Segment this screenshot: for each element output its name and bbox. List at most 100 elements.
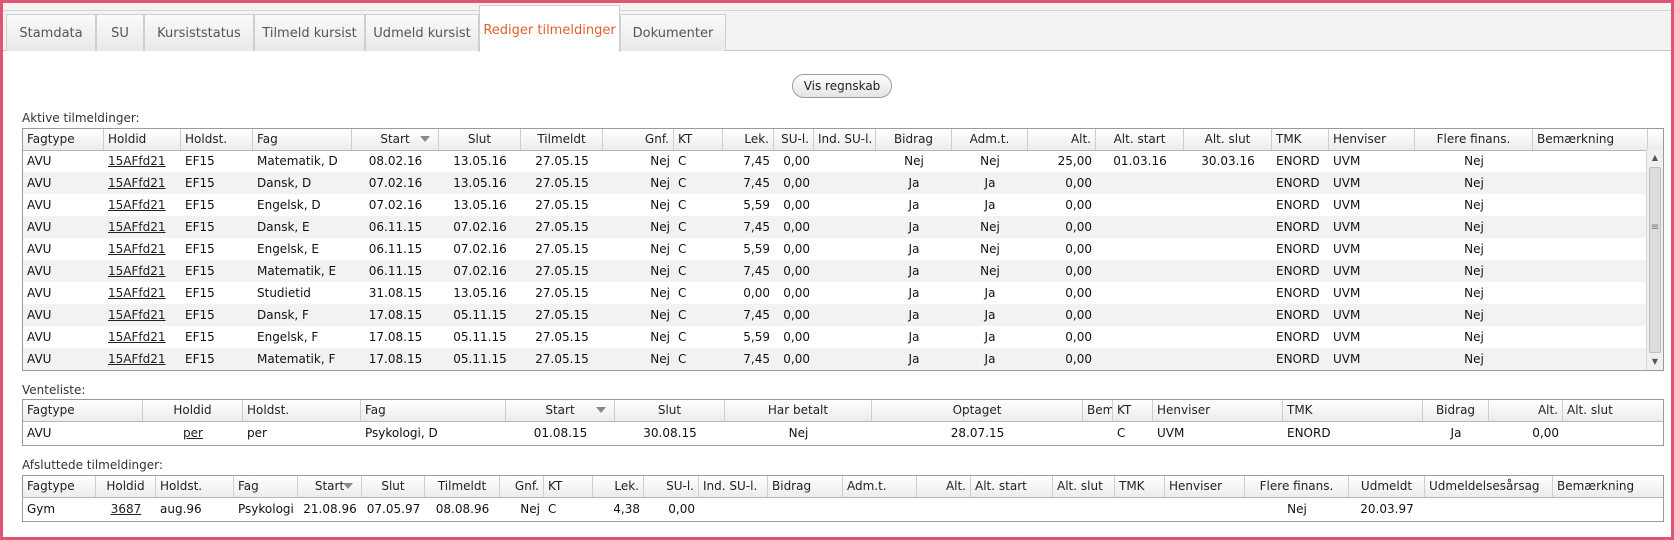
cell-start: 17.08.15 [368,330,423,344]
holdid-link[interactable]: 15AFfd21 [104,172,181,194]
scrollbar-thumb[interactable]: ≡ [1649,167,1661,353]
table-row[interactable]: AVU 15AFfd21 EF15 Dansk, F 17.08.15 05.11.15 2… [23,304,1663,326]
column-header-bemærkning[interactable]: Bemærkning [1533,129,1648,150]
table-row[interactable]: AVU 15AFfd21 EF15 Engelsk, D 07.02.16 13.05.1… [23,194,1663,216]
column-header-holdst[interactable]: Holdst. [243,400,361,421]
column-header-start[interactable]: Start [298,476,362,497]
column-header-bidrag[interactable]: Bidrag [876,129,952,150]
table-row[interactable]: AVU 15AFfd21 EF15 Matematik, E 06.11.15 07.02… [23,260,1663,282]
cell-tmk: ENORD [1276,154,1320,168]
column-header-lek[interactable]: Lek. [593,476,644,497]
vertical-scrollbar[interactable]: ▲ ≡ ▼ [1646,150,1663,370]
column-header-har-betalt[interactable]: Har betalt [725,400,872,421]
tab-udmeld-kursist[interactable]: Udmeld kursist [365,14,479,51]
holdid-link[interactable]: 15AFfd21 [104,348,181,370]
vis-regnskab-button[interactable]: Vis regnskab [792,74,892,98]
column-header-alt-start[interactable]: Alt. start [1096,129,1184,150]
column-header-slut[interactable]: Slut [439,129,521,150]
column-header-alt-slut[interactable]: Alt. slut [1053,476,1115,497]
column-header-optaget[interactable]: Optaget [872,400,1083,421]
holdid-link[interactable]: 15AFfd21 [104,282,181,304]
table-row[interactable]: AVU 15AFfd21 EF15 Matematik, D 08.02.16 13.05… [23,150,1663,172]
column-header-henviser[interactable]: Henviser [1153,400,1283,421]
tab-dokumenter[interactable]: Dokumenter [620,14,726,51]
table-row[interactable]: AVU 15AFfd21 EF15 Dansk, D 07.02.16 13.05.16 2… [23,172,1663,194]
column-header-holdst[interactable]: Holdst. [156,476,234,497]
column-header-holdst[interactable]: Holdst. [181,129,253,150]
column-header-bidrag[interactable]: Bidrag [1423,400,1489,421]
column-header-kt[interactable]: KT [674,129,723,150]
column-header-holdid[interactable]: Holdid [96,476,156,497]
table-row[interactable]: AVU 15AFfd21 EF15 Engelsk, E 06.11.15 07.02.1… [23,238,1663,260]
column-header-ind-su-l[interactable]: Ind. SU-l. [699,476,768,497]
column-header-alt-slut[interactable]: Alt. slut [1184,129,1272,150]
column-header-tilmeldt[interactable]: Tilmeldt [521,129,603,150]
holdid-link[interactable]: 15AFfd21 [104,216,181,238]
scroll-up-icon[interactable]: ▲ [1647,150,1663,166]
column-header-start[interactable]: Start [506,400,615,421]
column-header-henviser[interactable]: Henviser [1165,476,1245,497]
scroll-down-icon[interactable]: ▼ [1647,354,1663,370]
table-row[interactable]: AVU 15AFfd21 EF15 Dansk, E 06.11.15 07.02.16 2… [23,216,1663,238]
column-header-udmeldelsesårsag[interactable]: Udmeldelsesårsag [1425,476,1553,497]
tab-stamdata[interactable]: Stamdata [6,14,96,51]
tab-kursiststatus[interactable]: Kursiststatus [144,14,254,51]
column-header-slut[interactable]: Slut [615,400,725,421]
cell-flere-finans: Nej [1464,286,1484,300]
table-row[interactable]: AVU 15AFfd21 EF15 Studietid 31.08.15 13.05.16… [23,282,1663,304]
column-header-bem[interactable]: Bem. [1083,400,1113,421]
holdid-link[interactable]: 15AFfd21 [104,304,181,326]
column-header-lek[interactable]: Lek. [723,129,774,150]
column-header-tmk[interactable]: TMK [1272,129,1329,150]
column-header-su-l[interactable]: SU-l. [774,129,814,150]
holdid-link[interactable]: 15AFfd21 [104,260,181,282]
cell-optaget: 28.07.15 [950,426,1005,440]
column-header-henviser[interactable]: Henviser [1329,129,1415,150]
column-header-bidrag[interactable]: Bidrag [768,476,843,497]
holdid-link[interactable]: 15AFfd21 [104,150,181,172]
column-header-alt-start[interactable]: Alt. start [971,476,1053,497]
column-header-adm-t[interactable]: Adm.t. [843,476,917,497]
column-header-fag[interactable]: Fag [234,476,298,497]
column-header-fagtype[interactable]: Fagtype [23,476,96,497]
holdid-link[interactable]: 3687 [96,497,156,521]
table-row[interactable]: AVU 15AFfd21 EF15 Engelsk, F 17.08.15 05.11.1… [23,326,1663,348]
column-header-gnf[interactable]: Gnf. [500,476,544,497]
table-row[interactable]: AVU 15AFfd21 EF15 Matematik, F 17.08.15 05.11… [23,348,1663,370]
table-row[interactable]: Gym 3687 aug.96 Psykologi 21.08.96 07.05.97 08… [23,497,1663,521]
column-header-fag[interactable]: Fag [253,129,352,150]
holdid-link[interactable]: 15AFfd21 [104,194,181,216]
column-header-alt-slut[interactable]: Alt. slut [1563,400,1663,421]
column-header-alt[interactable]: Alt. [917,476,971,497]
column-header-holdid[interactable]: Holdid [104,129,181,150]
column-header-udmeldt[interactable]: Udmeldt [1349,476,1425,497]
column-header-kt[interactable]: KT [544,476,593,497]
column-header-tmk[interactable]: TMK [1283,400,1423,421]
column-header-bemærkning[interactable]: Bemærkning [1553,476,1663,497]
tab-rediger-tilmeldinger[interactable]: Rediger tilmeldinger [479,5,620,52]
tab-su[interactable]: SU [96,14,144,51]
column-header-flere-finans[interactable]: Flere finans. [1245,476,1349,497]
column-header-fagtype[interactable]: Fagtype [23,400,143,421]
column-header-kt[interactable]: KT [1113,400,1153,421]
column-header-fag[interactable]: Fag [361,400,506,421]
holdid-link[interactable]: 15AFfd21 [104,238,181,260]
column-header-start[interactable]: Start [352,129,439,150]
column-header-holdid[interactable]: Holdid [143,400,243,421]
column-header-ind-su-l[interactable]: Ind. SU-l. [814,129,876,150]
column-header-adm-t[interactable]: Adm.t. [952,129,1028,150]
column-header-su-l[interactable]: SU-l. [644,476,699,497]
column-header-tmk[interactable]: TMK [1115,476,1165,497]
table-row[interactable]: AVU per per Psykologi, D 01.08.15 30.08.15 Nej… [23,421,1663,445]
holdid-link[interactable]: per [143,421,243,445]
column-header-flere-finans[interactable]: Flere finans. [1415,129,1533,150]
column-header-alt[interactable]: Alt. [1489,400,1563,421]
column-header-slut[interactable]: Slut [362,476,425,497]
holdid-link[interactable]: 15AFfd21 [104,326,181,348]
column-header-alt[interactable]: Alt. [1028,129,1096,150]
column-header-fagtype[interactable]: Fagtype [23,129,104,150]
column-header-gnf[interactable]: Gnf. [603,129,674,150]
tab-tilmeld-kursist[interactable]: Tilmeld kursist [254,14,365,51]
column-header-tilmeldt[interactable]: Tilmeldt [425,476,500,497]
cell-fag: Psykologi, D [365,426,438,440]
